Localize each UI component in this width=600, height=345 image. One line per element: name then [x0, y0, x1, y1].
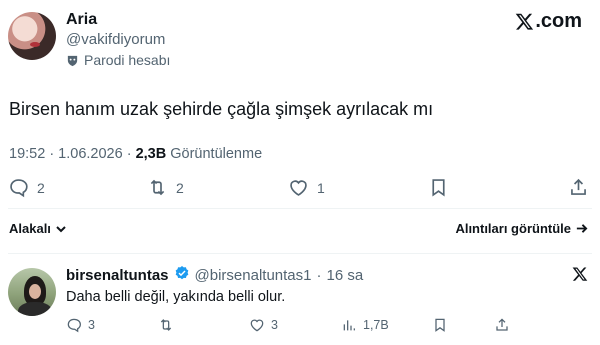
- reply-view-count: 1,7B: [363, 318, 389, 332]
- arrow-right-icon: [576, 224, 588, 233]
- bookmark-icon: [432, 179, 445, 197]
- reply-count: 2: [37, 179, 45, 196]
- like-count: 1: [317, 179, 325, 196]
- reply-repost-button[interactable]: [158, 317, 174, 333]
- reply-author-name[interactable]: birsenaltuntas: [66, 267, 169, 284]
- view-quotes-label: Alıntıları görüntüle: [455, 221, 571, 236]
- reply-button[interactable]: 2: [8, 177, 45, 198]
- reply-share-button[interactable]: [494, 317, 510, 333]
- repost-button[interactable]: 2: [147, 177, 184, 198]
- reply-reply-button[interactable]: 3: [66, 317, 95, 333]
- x-logo-icon: [516, 13, 534, 30]
- repost-icon: [160, 319, 172, 331]
- reply-bookmark-button[interactable]: [432, 317, 448, 333]
- reply-separator: ·: [316, 266, 322, 284]
- repost-icon: [150, 179, 165, 196]
- reply-reply-count: 3: [88, 318, 95, 332]
- like-icon: [290, 180, 307, 196]
- sort-label: Alakalı: [9, 221, 51, 236]
- reply-timestamp[interactable]: 16 sa: [327, 267, 364, 284]
- like-icon: [250, 319, 264, 332]
- views-icon: [343, 320, 355, 331]
- reply-actions: 3 3 1,7B: [0, 316, 600, 336]
- share-button[interactable]: [568, 177, 589, 198]
- reply-text: Daha belli değil, yakında belli olur.: [66, 289, 286, 305]
- reply-like-count: 3: [271, 318, 278, 332]
- x-logo-icon: [572, 267, 588, 281]
- reply-header: birsenaltuntas @birsenaltuntas1 · 16 sa: [66, 265, 363, 285]
- reply-icon: [67, 318, 81, 333]
- share-icon: [571, 178, 586, 195]
- bookmark-icon: [435, 318, 445, 332]
- tweet-actions: 2 2 1: [0, 176, 600, 200]
- reply-author-avatar[interactable]: [8, 268, 56, 316]
- repost-count: 2: [176, 179, 184, 196]
- x-logo: [572, 266, 588, 287]
- divider: [8, 208, 592, 209]
- sort-replies-dropdown[interactable]: Alakalı: [9, 221, 67, 236]
- like-button[interactable]: 1: [288, 177, 325, 198]
- author-name[interactable]: Aria: [66, 11, 97, 29]
- tweet-meta: 19:52 · 1.06.2026 · 2,3B Görüntülenme: [9, 146, 262, 162]
- view-count: 2,3B: [135, 146, 167, 162]
- parody-label: Parodi hesabı: [66, 52, 170, 68]
- view-quotes-link[interactable]: Alıntıları görüntüle: [455, 221, 588, 236]
- x-com-logo: .com: [515, 10, 582, 33]
- parody-label-text: Parodi hesabı: [84, 52, 171, 68]
- reply-like-button[interactable]: 3: [249, 317, 278, 333]
- view-count-label: Görüntülenme: [170, 146, 263, 162]
- author-handle[interactable]: @vakifdiyorum: [66, 31, 165, 48]
- reply-views-button[interactable]: 1,7B: [341, 317, 389, 333]
- divider: [8, 253, 592, 254]
- tweet-timestamp[interactable]: 19:52 · 1.06.2026 ·: [9, 146, 132, 162]
- bookmark-button[interactable]: [428, 177, 449, 198]
- reply-author-handle[interactable]: @birsenaltuntas1: [195, 267, 312, 284]
- author-avatar[interactable]: [8, 12, 56, 60]
- x-com-text: .com: [535, 10, 582, 32]
- share-icon: [496, 318, 508, 331]
- tweet-text: Birsen hanım uzak şehirde çağla şimşek a…: [9, 99, 434, 119]
- chevron-down-icon: [56, 225, 66, 232]
- verified-badge-icon: [174, 265, 190, 285]
- reply-icon: [10, 179, 28, 198]
- parody-mask-icon: [67, 55, 78, 66]
